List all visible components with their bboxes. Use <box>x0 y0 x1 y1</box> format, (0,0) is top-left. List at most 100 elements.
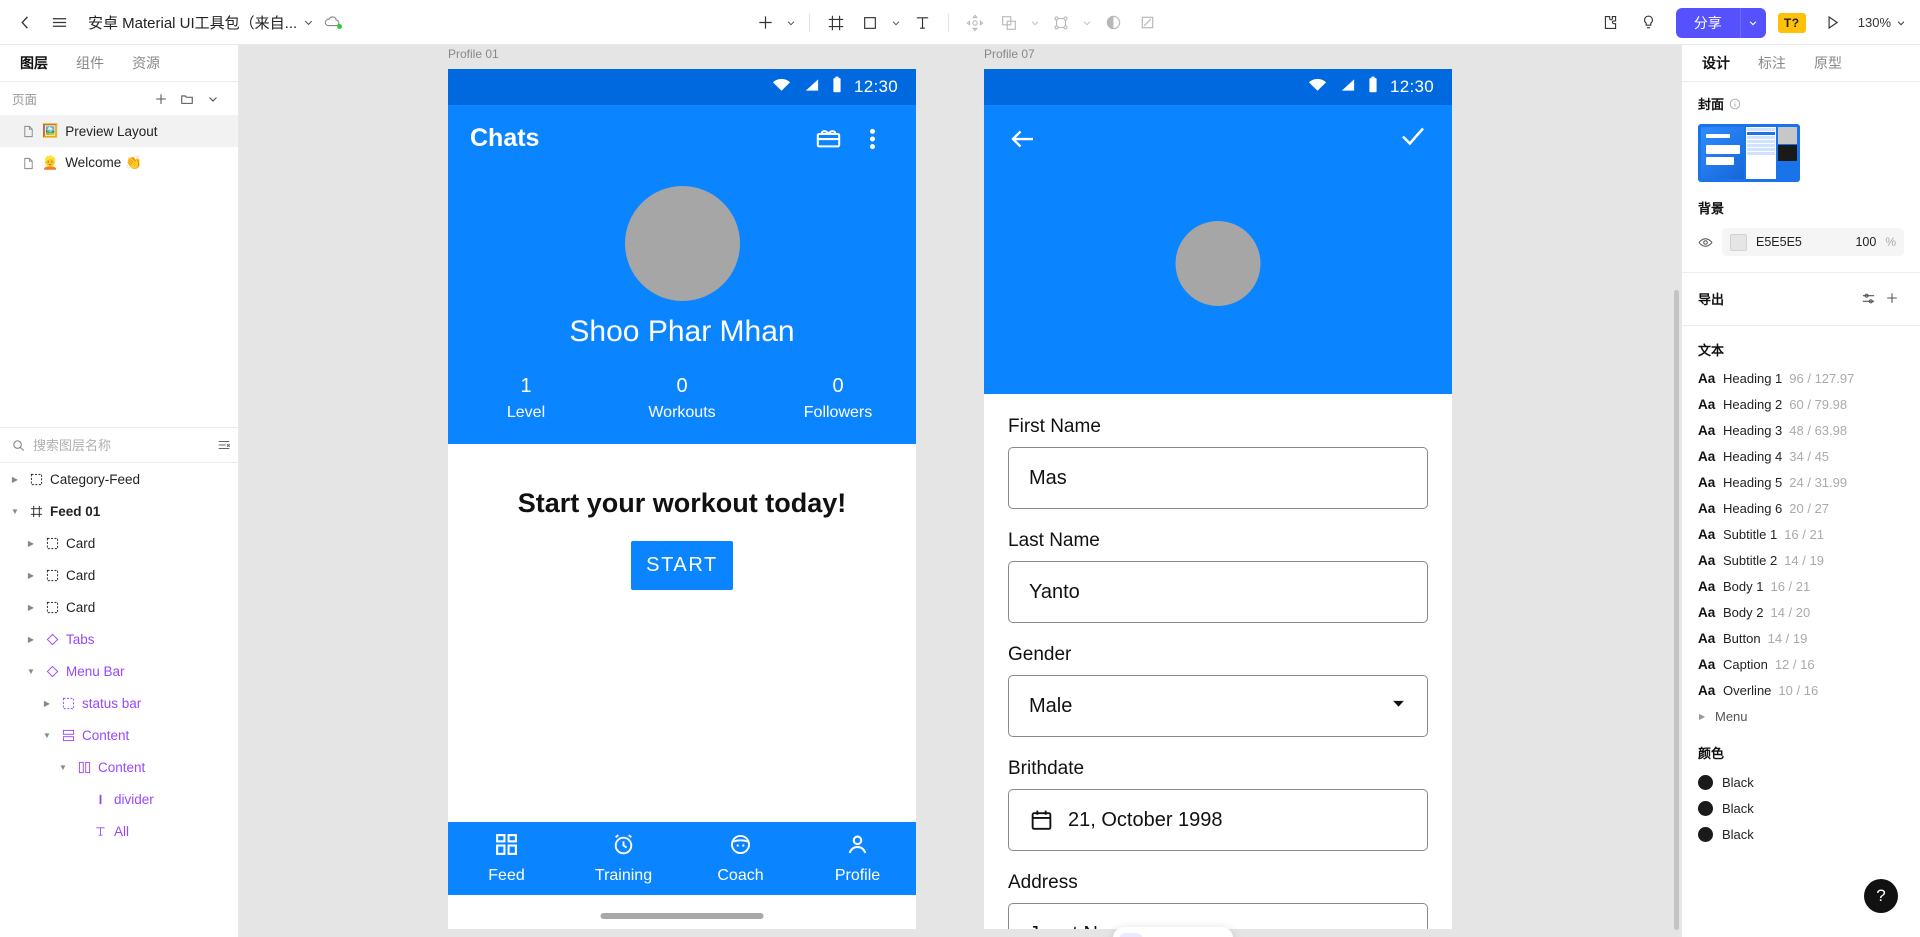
filter-layers-icon[interactable] <box>217 438 231 452</box>
page-item-welcome[interactable]: 👱 Welcome 👏 <box>0 147 238 179</box>
layer-row-menu-bar[interactable]: ▼ Menu Bar <box>0 655 239 687</box>
text-style-group-menu[interactable]: ▶ Menu <box>1698 703 1904 729</box>
layer-row-tabs[interactable]: ▶ Tabs <box>0 623 239 655</box>
back-button[interactable] <box>8 0 42 45</box>
expand-chevron-icon[interactable]: ▶ <box>8 475 22 484</box>
export-settings-icon[interactable] <box>1856 287 1880 309</box>
frame-profile-07[interactable]: 12:30 First Name Mas Last Name Yanto Gen… <box>984 69 1452 929</box>
cover-thumbnail[interactable] <box>1698 124 1800 182</box>
transform-tool[interactable] <box>958 0 992 45</box>
text-style-heading-2[interactable]: Aa Heading 2 60 / 79.98 <box>1698 391 1904 417</box>
tab-layers[interactable]: 图层 <box>6 45 62 82</box>
frame-label-profile-01[interactable]: Profile 01 <box>448 47 499 61</box>
layer-row-status-bar[interactable]: ▶ status bar <box>0 687 239 719</box>
first-name-field[interactable]: Mas <box>1008 447 1428 509</box>
layer-row-all[interactable]: All <box>0 815 239 847</box>
tab-resources[interactable]: 资源 <box>118 45 174 82</box>
layer-row-content[interactable]: ▼ Content <box>0 751 239 783</box>
hand-tool[interactable] <box>1145 933 1169 937</box>
layer-row-feed-01[interactable]: ▼ Feed 01 <box>0 495 239 527</box>
text-style-body-1[interactable]: Aa Body 1 16 / 21 <box>1698 573 1904 599</box>
arrow-left-icon[interactable] <box>1008 124 1398 154</box>
expand-chevron-icon[interactable]: ▶ <box>24 571 38 580</box>
brithdate-field[interactable]: 21, October 1998 <box>1008 789 1428 851</box>
move-tool-chevron-down-icon[interactable] <box>782 0 800 45</box>
tab-prototype[interactable]: 原型 <box>1800 45 1856 82</box>
zoom-control[interactable]: 130% <box>1858 15 1906 30</box>
text-style-heading-3[interactable]: Aa Heading 3 48 / 63.98 <box>1698 417 1904 443</box>
chevron-down-icon[interactable] <box>297 0 319 45</box>
pen-tool[interactable] <box>1044 0 1078 45</box>
share-chevron-down-icon[interactable] <box>1739 7 1766 38</box>
info-icon[interactable] <box>1729 98 1741 110</box>
share-button[interactable]: 分享 <box>1675 7 1740 38</box>
layer-row-card[interactable]: ▶ Card <box>0 591 239 623</box>
collapse-pages-chevron-icon[interactable] <box>200 86 226 112</box>
text-style-subtitle-2[interactable]: Aa Subtitle 2 14 / 19 <box>1698 547 1904 573</box>
color-swatch[interactable] <box>1730 233 1747 251</box>
plugin-puzzle-icon[interactable] <box>1592 0 1630 45</box>
add-export-icon[interactable] <box>1880 287 1904 309</box>
add-page-icon[interactable] <box>148 86 174 112</box>
collapse-chevron-icon[interactable]: ▼ <box>24 667 38 676</box>
layer-row-content[interactable]: ▼ Content <box>0 719 239 751</box>
new-folder-icon[interactable] <box>174 86 200 112</box>
text-tool[interactable] <box>905 0 939 45</box>
document-title[interactable]: 安卓 Material UI工具包（来自... <box>88 12 297 33</box>
slice-tool[interactable] <box>1130 0 1164 45</box>
expand-chevron-icon[interactable]: ▶ <box>24 539 38 548</box>
text-style-heading-6[interactable]: Aa Heading 6 20 / 27 <box>1698 495 1904 521</box>
text-style-body-2[interactable]: Aa Body 2 14 / 20 <box>1698 599 1904 625</box>
eye-icon[interactable] <box>1698 235 1713 250</box>
canvas-vertical-scrollbar[interactable] <box>1674 290 1679 930</box>
text-style-overline[interactable]: Aa Overline 10 / 16 <box>1698 677 1904 703</box>
layer-row-category-feed[interactable]: ▶ Category-Feed <box>0 463 239 495</box>
more-tools[interactable] <box>1203 933 1227 937</box>
play-present-icon[interactable] <box>1814 0 1852 45</box>
background-opacity-value[interactable]: 100 <box>1855 235 1876 249</box>
address-field[interactable]: Janet Namex <box>1008 903 1428 929</box>
expand-chevron-icon[interactable]: ▶ <box>40 699 54 708</box>
comment-tool[interactable] <box>1171 933 1195 937</box>
pen-tool-chevron-down-icon[interactable] <box>1078 0 1096 45</box>
layer-row-card[interactable]: ▶ Card <box>0 559 239 591</box>
nav-item-profile[interactable]: Profile <box>799 822 916 895</box>
expand-chevron-icon[interactable]: ▶ <box>24 603 38 612</box>
text-style-heading-5[interactable]: Aa Heading 5 24 / 31.99 <box>1698 469 1904 495</box>
start-button[interactable]: START <box>631 541 733 590</box>
background-hex-value[interactable]: E5E5E5 <box>1756 235 1846 249</box>
lightbulb-icon[interactable] <box>1630 0 1668 45</box>
boolean-tool[interactable] <box>992 0 1026 45</box>
background-color-chip[interactable]: E5E5E5 100 % <box>1722 228 1904 256</box>
last-name-field[interactable]: Yanto <box>1008 561 1428 623</box>
status-badge[interactable]: T? <box>1777 12 1806 33</box>
frame-profile-01[interactable]: 12:30 Chats Shoo Phar Mhan 1 Level 0 Wor… <box>448 69 916 929</box>
design-canvas[interactable]: Profile 01 12:30 Chats Shoo Phar Mhan 1 … <box>239 45 1681 937</box>
shape-tool-chevron-down-icon[interactable] <box>887 0 905 45</box>
color-style-black[interactable]: Black <box>1698 795 1904 821</box>
gift-card-icon[interactable] <box>806 125 850 152</box>
page-item-preview-layout[interactable]: 🖼️ Preview Layout <box>0 115 238 147</box>
collapse-chevron-icon[interactable]: ▼ <box>40 731 54 740</box>
check-icon[interactable] <box>1398 121 1428 156</box>
move-tool[interactable] <box>748 0 782 45</box>
frame-tool[interactable] <box>819 0 853 45</box>
overflow-menu-icon[interactable] <box>850 126 894 152</box>
layer-row-divider[interactable]: divider <box>0 783 239 815</box>
color-style-black[interactable]: Black <box>1698 769 1904 795</box>
collapse-chevron-icon[interactable]: ▼ <box>8 507 22 516</box>
text-style-heading-4[interactable]: Aa Heading 4 34 / 45 <box>1698 443 1904 469</box>
avatar[interactable] <box>1175 221 1261 306</box>
shape-tool[interactable] <box>853 0 887 45</box>
mask-tool[interactable] <box>1096 0 1130 45</box>
text-style-button[interactable]: Aa Button 14 / 19 <box>1698 625 1904 651</box>
cursor-tool[interactable] <box>1119 933 1143 937</box>
text-style-subtitle-1[interactable]: Aa Subtitle 1 16 / 21 <box>1698 521 1904 547</box>
help-button[interactable]: ? <box>1864 879 1898 913</box>
frame-label-profile-07[interactable]: Profile 07 <box>984 47 1035 61</box>
text-style-caption[interactable]: Aa Caption 12 / 16 <box>1698 651 1904 677</box>
tab-components[interactable]: 组件 <box>62 45 118 82</box>
layer-row-card[interactable]: ▶ Card <box>0 527 239 559</box>
tab-design[interactable]: 设计 <box>1688 45 1744 82</box>
gender-select[interactable]: Male <box>1008 675 1428 737</box>
